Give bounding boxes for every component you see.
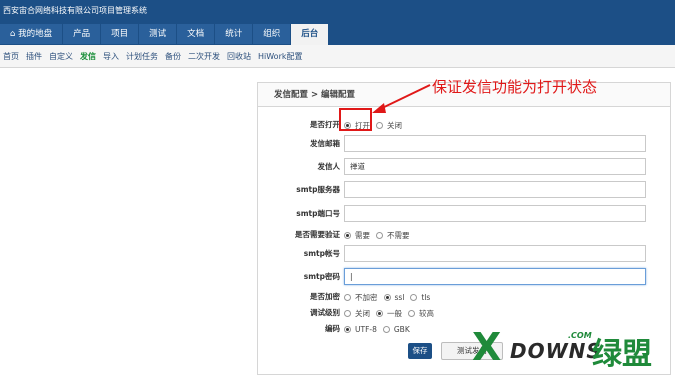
row-smtp-host: smtp服务器 [258,181,672,199]
tab-test[interactable]: 测试 [139,24,177,44]
subnav-extension[interactable]: 插件 [26,51,42,62]
annotation-highlight-box [339,108,372,131]
radio-dot-icon [408,309,415,317]
radio-debug-high[interactable]: 较高 [408,308,434,319]
row-smtp-pass: smtp密码 | [258,268,672,286]
radio-debug-off[interactable]: 关闭 [344,308,370,319]
radio-auth-yes[interactable]: 需要 [344,230,370,241]
annotation-text: 保证发信功能为打开状态 [432,78,598,96]
radio-dot-icon [376,231,383,239]
smtp-user-field[interactable] [344,245,646,262]
subnav-dev[interactable]: 二次开发 [188,51,220,62]
smtp-host-label: smtp服务器 [296,185,340,194]
tab-admin[interactable]: 后台 [291,24,329,45]
turnon-label: 是否打开 [310,120,340,129]
watermark-com: .COM [568,331,592,340]
watermark-x: X [472,325,502,369]
radio-label: 关闭 [387,120,402,130]
radio-label: ssl [394,292,405,302]
radio-charset-gbk[interactable]: GBK [382,324,410,334]
radio-label: 不加密 [355,292,378,302]
main-nav: ⌂ 我的地盘 产品 项目 测试 文档 统计 组织 后台 [0,24,329,45]
row-auth: 是否需要验证 需要 不需要 [258,226,672,244]
subnav-import[interactable]: 导入 [103,51,119,62]
tab-company[interactable]: 组织 [253,24,291,44]
subnav-backup[interactable]: 备份 [165,51,181,62]
radio-label: UTF-8 [355,324,377,334]
smtp-pass-label: smtp密码 [303,272,340,281]
subnav-home[interactable]: 首页 [3,51,19,62]
subnav-custom[interactable]: 自定义 [49,51,73,62]
auth-label: 是否需要验证 [295,230,340,239]
radio-dot-icon [344,309,351,317]
tab-report[interactable]: 统计 [215,24,253,44]
row-mail-from: 发信邮箱 [258,135,672,153]
subnav-hiwork[interactable]: HiWork配置 [258,51,303,62]
row-turnon: 是否打开 打开 关闭 [258,116,672,134]
radio-dot-icon [376,121,383,129]
radio-label: tls [421,292,431,302]
subnav-cron[interactable]: 计划任务 [126,51,158,62]
charset-radios: UTF-8 GBK [344,320,416,338]
watermark-cn: 绿盟 [592,337,652,372]
subnav-mail[interactable]: 发信 [80,51,96,62]
smtp-host-field[interactable] [344,181,646,198]
sub-nav: 首页 插件 自定义 发信 导入 计划任务 备份 二次开发 回收站 HiWork配… [0,45,675,68]
radio-label: GBK [393,324,410,334]
watermark-logo: X DOWNS .COM 绿盟 [472,325,672,375]
smtp-port-label: smtp端口号 [296,209,340,218]
radio-label: 关闭 [355,308,370,318]
radio-secure-ssl[interactable]: ssl [383,292,405,302]
smtp-port-field[interactable] [344,205,646,222]
radio-debug-normal[interactable]: 一般 [376,308,402,319]
annotation-arrow-icon [372,84,431,113]
subnav-trash[interactable]: 回收站 [227,51,251,62]
sender-field[interactable]: 禅道 [344,158,646,175]
smtp-pass-field[interactable]: | [344,268,646,285]
row-smtp-user: smtp帐号 [258,245,672,263]
text-cursor: | [350,272,353,281]
app-title: 西安宙合网络科技有限公司项目管理系统 [3,6,147,15]
top-bar: 西安宙合网络科技有限公司项目管理系统 ⌂ 我的地盘 产品 项目 测试 文档 统计… [0,0,675,45]
radio-charset-utf8[interactable]: UTF-8 [344,325,377,334]
radio-dot-icon [344,231,351,239]
auth-radios: 需要 不需要 [344,226,416,244]
sender-label: 发信人 [317,162,341,171]
radio-secure-tls[interactable]: tls [410,293,430,302]
radio-turnon-close[interactable]: 关闭 [376,120,402,131]
smtp-user-label: smtp帐号 [303,249,340,258]
radio-dot-icon [382,325,390,333]
row-sender: 发信人 禅道 [258,158,672,176]
save-button[interactable]: 保存 [408,343,432,359]
tab-doc[interactable]: 文档 [177,24,215,44]
radio-dot-icon [376,309,383,317]
row-smtp-port: smtp端口号 [258,205,672,223]
home-icon: ⌂ [10,29,16,39]
mail-from-field[interactable] [344,135,646,152]
watermark-word: DOWNS [510,339,602,363]
tab-label: 我的地盘 [18,29,53,39]
tab-my-space[interactable]: ⌂ 我的地盘 [0,24,63,44]
radio-dot-icon [344,325,351,333]
radio-auth-no[interactable]: 不需要 [376,230,410,241]
radio-dot-icon [383,293,391,301]
mail-from-label: 发信邮箱 [310,139,340,148]
radio-label: 不需要 [387,230,410,240]
radio-secure-none[interactable]: 不加密 [344,292,378,303]
charset-label: 编码 [325,324,340,333]
radio-label: 一般 [387,308,402,318]
radio-label: 较高 [419,308,434,318]
radio-label: 需要 [355,230,370,240]
tab-project[interactable]: 项目 [101,24,139,44]
radio-dot-icon [344,293,351,301]
radio-dot-icon [410,293,418,301]
tab-product[interactable]: 产品 [63,24,101,44]
